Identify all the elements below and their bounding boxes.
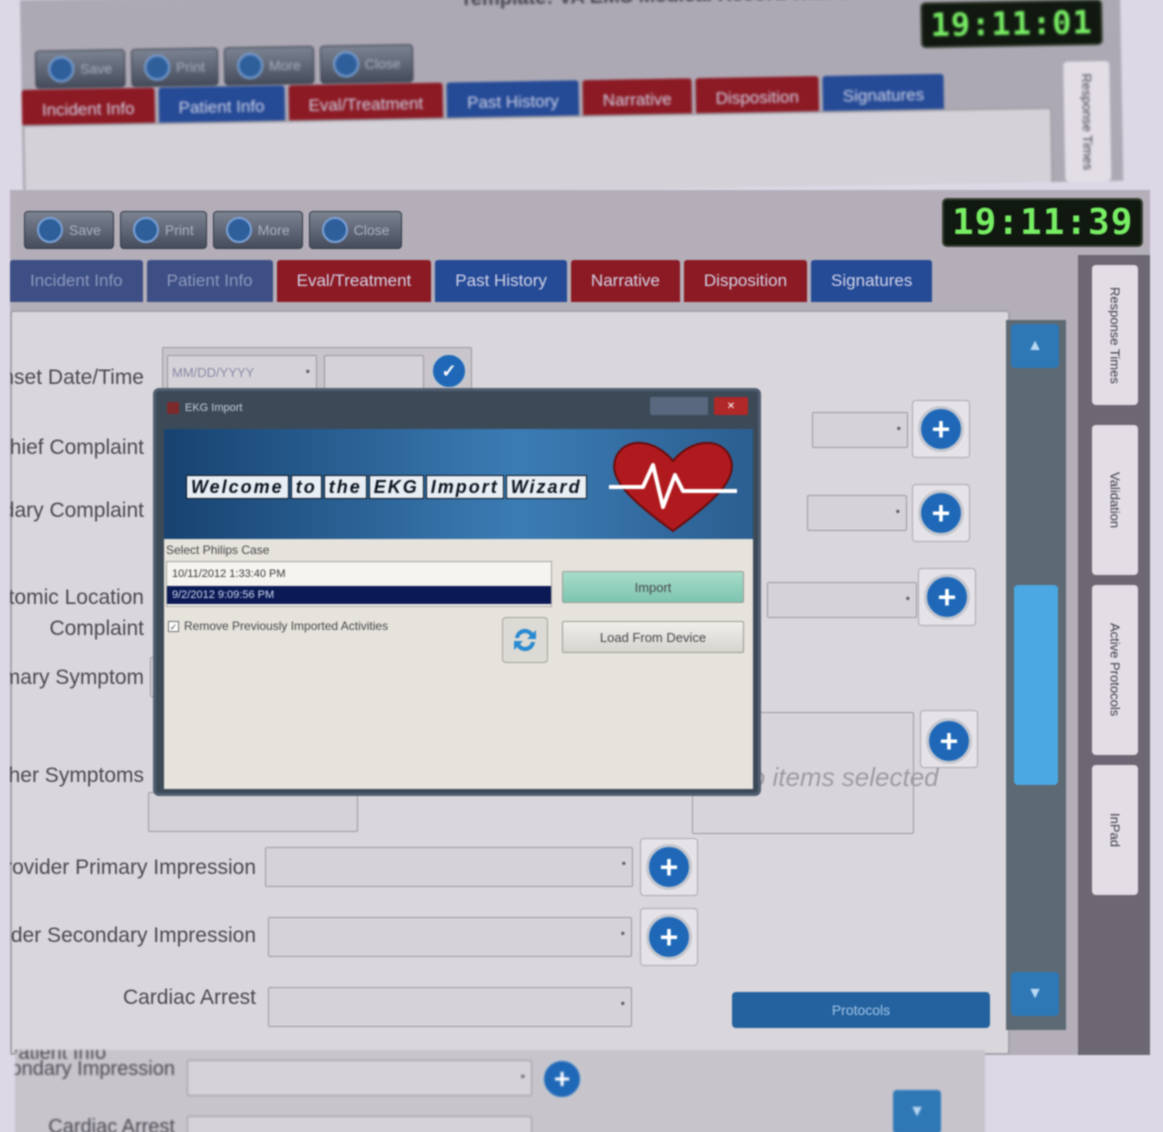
save-icon — [47, 56, 75, 83]
heart-icon — [609, 441, 737, 533]
case-item[interactable]: 10/11/2012 1:33:40 PM — [167, 565, 551, 583]
more-button-top[interactable]: More — [223, 45, 315, 86]
anatomic-location-dropdown[interactable] — [767, 582, 917, 618]
tab-bar: Incident Info Patient Info Eval/Treatmen… — [10, 260, 933, 302]
more-button[interactable]: More — [212, 211, 303, 249]
chief-complaint-label: Chief Complaint — [10, 436, 144, 459]
window-controls[interactable] — [650, 397, 708, 415]
wizard-banner: Welcome to the EKG Import Wizard — [164, 429, 753, 539]
add-impression-icon-bottom[interactable]: + — [541, 1058, 583, 1100]
other-symptoms-field[interactable] — [148, 792, 358, 832]
close-button[interactable]: Close — [308, 211, 403, 249]
tab-incident-info[interactable]: Incident Info — [10, 260, 143, 302]
tab-past-history[interactable]: Past History — [435, 260, 567, 302]
scroll-down-icon-bottom[interactable]: ▼ — [893, 1090, 941, 1132]
print-icon — [143, 54, 171, 81]
import-button[interactable]: Import — [562, 571, 744, 603]
anatomic-location-label: Anatomic Location Complaint — [10, 586, 144, 640]
secondary-impression-dropdown-bottom[interactable] — [187, 1060, 532, 1096]
template-title: Template: VA EMS Medical Record with ... — [460, 0, 854, 11]
scroll-thumb[interactable] — [1014, 585, 1058, 785]
sidebar-tab-validation[interactable]: Validation — [1092, 425, 1138, 575]
close-button-top[interactable]: Close — [319, 44, 414, 84]
background-screen-top: Template: VA EMS Medical Record with ...… — [20, 0, 1124, 200]
provider-primary-dropdown[interactable] — [265, 847, 633, 887]
dialog-title: EKG Import — [185, 402, 243, 414]
other-symptoms-label: Other Symptoms — [10, 764, 144, 787]
remove-previous-label: Remove Previously Imported Activities — [184, 619, 389, 633]
add-other-symptoms-icon[interactable]: + — [926, 718, 972, 764]
user-icon — [236, 52, 264, 80]
provider-secondary-label: Provider Secondary Impression — [10, 924, 256, 947]
items-selected-text: No items selected — [732, 762, 939, 792]
power-icon — [321, 217, 348, 243]
dialog-body: Welcome to the EKG Import Wizard Select Phili… — [164, 429, 753, 789]
tab-signatures[interactable]: Signatures — [811, 260, 933, 302]
toolbar: Save Print More Close — [10, 205, 403, 255]
protocols-button[interactable]: Protocols — [732, 992, 990, 1028]
add-provider-secondary-icon[interactable]: + — [646, 914, 692, 960]
chief-complaint-dropdown[interactable] — [812, 412, 908, 448]
right-sidebar: Response Times Validation Active Protoco… — [1078, 255, 1150, 1055]
clock: 19:11:39 — [942, 198, 1144, 247]
select-case-label: Select Philips Case — [166, 543, 270, 557]
add-provider-primary-icon[interactable]: + — [646, 844, 692, 890]
background-screen-bottom: Patient Info Provider Secondary Impressi… — [15, 1050, 985, 1132]
add-anatomic-location-icon[interactable]: + — [924, 574, 970, 620]
print-button-top[interactable]: Print — [130, 47, 219, 88]
add-secondary-complaint-icon[interactable]: + — [918, 490, 964, 536]
onset-label: Onset Date/Time — [10, 366, 144, 389]
case-item-selected[interactable]: 9/2/2012 9:09:56 PM — [167, 586, 551, 604]
app-icon — [167, 402, 179, 414]
calendar-icon[interactable]: ✓ — [430, 352, 468, 390]
clock-top: 19:11:01 — [920, 0, 1104, 49]
tab-disposition[interactable]: Disposition — [683, 260, 808, 302]
print-button[interactable]: Print — [119, 211, 207, 249]
onset-time-input[interactable] — [324, 355, 424, 389]
refresh-icon — [514, 628, 536, 652]
print-icon — [132, 217, 159, 243]
tab-narrative[interactable]: Narrative — [570, 260, 680, 302]
add-chief-complaint-icon[interactable]: + — [918, 406, 964, 452]
save-icon — [37, 217, 63, 243]
form-scrollbar[interactable]: ▲ ▼ — [1006, 320, 1066, 1030]
power-icon — [332, 51, 360, 78]
load-from-device-button[interactable]: Load From Device — [562, 621, 744, 653]
onset-date-input[interactable]: MM/DD/YYYY — [167, 355, 317, 389]
cardiac-arrest-dropdown[interactable] — [268, 987, 632, 1027]
checkbox-check-icon: ✓ — [168, 620, 179, 632]
provider-secondary-dropdown[interactable] — [268, 917, 632, 957]
secondary-impression-label-bottom: Provider Secondary Impression — [15, 1058, 175, 1080]
user-icon — [225, 217, 252, 243]
secondary-complaint-dropdown[interactable] — [807, 495, 907, 531]
cardiac-arrest-dropdown-bottom[interactable] — [187, 1116, 532, 1132]
case-list: 10/11/2012 1:33:40 PM 9/2/2012 9:09:56 P… — [166, 561, 552, 607]
welcome-text: Welcome to the EKG Import Wizard — [186, 475, 589, 499]
save-button[interactable]: Save — [24, 211, 114, 249]
ekg-import-dialog: EKG Import ✕ Welcome to the EKG Import Wizard… — [153, 388, 761, 796]
sidebar-tab-response-times-top[interactable]: Response Times — [1063, 60, 1112, 182]
photo-stage: Template: VA EMS Medical Record with ...… — [0, 0, 1163, 1132]
cardiac-arrest-label-bottom: Cardiac Arrest — [48, 1116, 175, 1132]
sidebar-tab-active-protocols[interactable]: Active Protocols — [1092, 585, 1138, 755]
main-screen: Save Print More Close 19:11:39 Incident … — [10, 190, 1150, 1055]
close-icon[interactable]: ✕ — [714, 397, 748, 415]
cardiac-arrest-label: Cardiac Arrest — [122, 986, 256, 1009]
tab-patient-info[interactable]: Patient Info — [146, 260, 273, 302]
tab-eval-treatment[interactable]: Eval/Treatment — [276, 260, 432, 302]
remove-previous-checkbox[interactable]: ✓ Remove Previously Imported Activities — [168, 619, 388, 633]
sidebar-tab-response-times[interactable]: Response Times — [1092, 265, 1138, 405]
primary-symptom-label: Primary Symptom — [10, 666, 144, 689]
provider-primary-label: Provider Primary Impression — [10, 856, 256, 879]
refresh-button[interactable] — [502, 617, 548, 663]
scroll-down-icon[interactable]: ▼ — [1011, 972, 1059, 1016]
save-button-top[interactable]: Save — [34, 49, 126, 89]
sidebar-tab-inpad[interactable]: InPad — [1092, 765, 1138, 895]
secondary-complaint-label: Secondary Complaint — [10, 499, 144, 522]
scroll-up-icon[interactable]: ▲ — [1011, 324, 1059, 368]
